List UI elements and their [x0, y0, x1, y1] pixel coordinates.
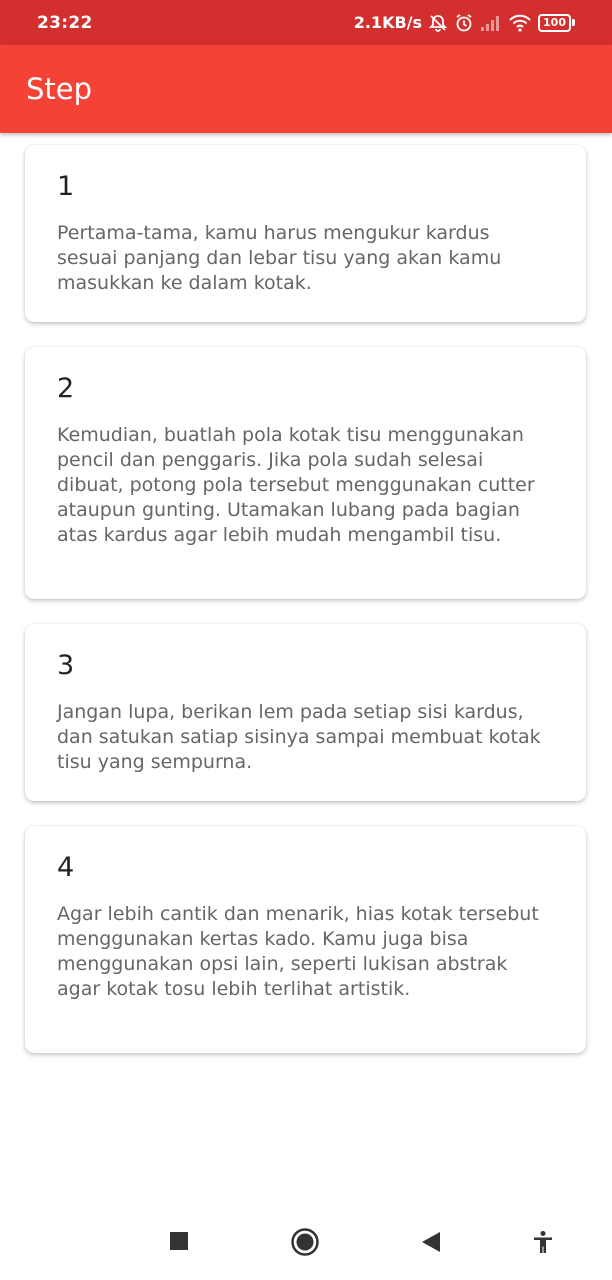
recents-square-icon: [170, 1232, 188, 1250]
step-text: Kemudian, buatlah pola kotak tisu menggu…: [57, 424, 535, 546]
wifi-icon: [508, 14, 532, 32]
step-text: Jangan lupa, berikan lem pada setiap sis…: [57, 701, 541, 773]
step-card-3: 3 Jangan lupa, berikan lem pada setiap s…: [25, 624, 586, 801]
alarm-icon: [454, 13, 474, 33]
network-speed: 2.1KB/s: [353, 13, 423, 32]
recents-button[interactable]: [168, 1230, 190, 1252]
step-number: 4: [57, 852, 75, 883]
step-card-2: 2 Kemudian, buatlah pola kotak tisu meng…: [25, 347, 586, 599]
step-text: Agar lebih cantik dan menarik, hias kota…: [57, 903, 539, 1000]
step-number: 3: [57, 650, 75, 681]
page-title: Step: [26, 72, 93, 106]
step-number: 2: [57, 373, 75, 404]
back-triangle-icon: [422, 1232, 440, 1252]
status-time: 23:22: [37, 12, 93, 33]
accessibility-button[interactable]: [531, 1230, 555, 1254]
battery-cap: [572, 19, 575, 26]
status-icons: 2.1KB/s 100: [354, 13, 575, 33]
bell-off-icon: [428, 13, 448, 33]
accessibility-icon: [534, 1231, 552, 1253]
step-text: Pertama-tama, kamu harus mengukur kardus…: [57, 222, 502, 294]
app-bar: Step: [0, 45, 612, 133]
status-bar: 23:22 2.1KB/s 100: [0, 0, 612, 45]
navigation-bar: [0, 1210, 612, 1280]
home-button[interactable]: [290, 1227, 320, 1257]
battery-level: 100: [538, 13, 571, 32]
home-circle-icon: [291, 1228, 319, 1256]
back-button[interactable]: [420, 1230, 442, 1254]
battery-icon: 100: [538, 13, 575, 32]
step-card-1: 1 Pertama-tama, kamu harus mengukur kard…: [25, 145, 586, 322]
step-number: 1: [57, 171, 75, 202]
signal-icon: [480, 14, 502, 32]
step-card-4: 4 Agar lebih cantik dan menarik, hias ko…: [25, 826, 586, 1053]
